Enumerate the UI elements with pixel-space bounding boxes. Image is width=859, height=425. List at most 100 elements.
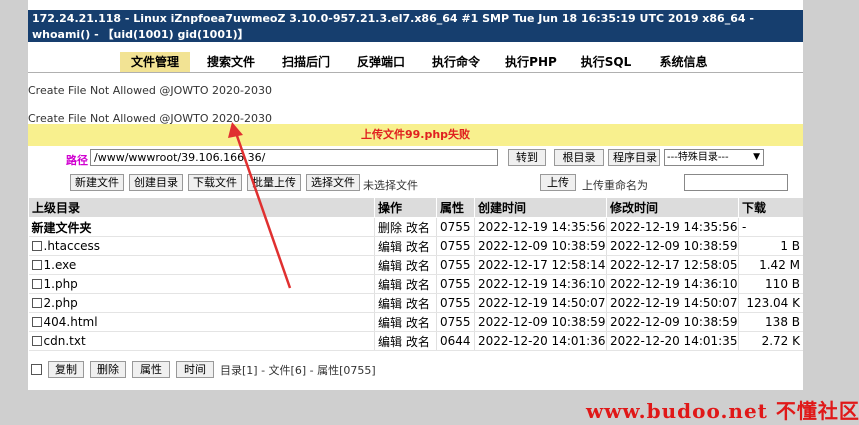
header-operation: 操作 <box>374 197 437 218</box>
main-nav: 文件管理 搜索文件 扫描后门 反弹端口 执行命令 执行PHP 执行SQL 系统信… <box>28 48 803 73</box>
batch-upload-button[interactable]: 批量上传 <box>247 174 301 191</box>
table-row: 404.html 编辑 改名 0755 2022-12-09 10:38:59 … <box>28 312 803 332</box>
table-row: 1.exe 编辑 改名 0755 2022-12-17 12:58:14 202… <box>28 255 803 275</box>
row-download[interactable]: 1.42 M <box>738 255 803 275</box>
tab-exec-sql[interactable]: 执行SQL <box>571 52 641 72</box>
choose-file-button[interactable]: 选择文件 <box>306 174 360 191</box>
toolbar-row: 新建文件 创建目录 下载文件 批量上传 选择文件 未选择文件 上传 上传重命名为 <box>28 174 803 194</box>
row-mtime[interactable]: 2022-12-17 12:58:05 <box>606 255 739 275</box>
program-dir-button[interactable]: 程序目录 <box>608 149 660 166</box>
row-ctime: 2022-12-19 14:35:56 <box>474 217 607 237</box>
table-header: 上级目录 操作 属性 创建时间 修改时间 下载 <box>28 197 803 218</box>
row-perm[interactable]: 0755 <box>436 236 475 256</box>
row-ctime: 2022-12-19 14:50:07 <box>474 293 607 313</box>
delete-button[interactable]: 删除 <box>90 361 126 378</box>
row-mtime[interactable]: 2022-12-19 14:50:07 <box>606 293 739 313</box>
file-table: 上级目录 操作 属性 创建时间 修改时间 下载 新建文件夹 删除 改名 0755… <box>28 197 803 351</box>
path-row: 路径 转到 根目录 程序目录 ---特殊目录--- ▼ <box>28 149 803 169</box>
header-create-time: 创建时间 <box>474 197 607 218</box>
row-download[interactable]: 1 B <box>738 236 803 256</box>
tab-exec-command[interactable]: 执行命令 <box>421 52 491 72</box>
footer-actions: 复制 删除 属性 时间 目录[1] - 文件[6] - 属性[0755] <box>28 360 803 380</box>
download-file-button[interactable]: 下载文件 <box>188 174 242 191</box>
file-manager-panel: 172.24.21.118 - Linux iZnpfoea7uwmeoZ 3.… <box>28 0 803 390</box>
tab-file-manager[interactable]: 文件管理 <box>120 52 190 72</box>
row-checkbox[interactable] <box>31 317 42 327</box>
row-checkbox[interactable] <box>31 241 42 251</box>
tab-scan-backdoor[interactable]: 扫描后门 <box>271 52 341 72</box>
upload-button[interactable]: 上传 <box>540 174 576 191</box>
row-perm[interactable]: 0755 <box>436 255 475 275</box>
create-file-message-1: Create File Not Allowed @JOWTO 2020-2030 <box>28 84 272 97</box>
table-row: 1.php 编辑 改名 0755 2022-12-19 14:36:10 202… <box>28 274 803 294</box>
row-checkbox[interactable] <box>31 298 42 308</box>
row-mtime[interactable]: 2022-12-19 14:36:10 <box>606 274 739 294</box>
row-perm[interactable]: 0644 <box>436 331 475 351</box>
special-dir-select[interactable]: ---特殊目录--- ▼ <box>664 149 764 166</box>
table-row: 2.php 编辑 改名 0755 2022-12-19 14:50:07 202… <box>28 293 803 313</box>
row-checkbox[interactable] <box>31 279 42 289</box>
path-input[interactable] <box>90 149 498 166</box>
row-perm[interactable]: 0755 <box>436 312 475 332</box>
row-ops[interactable]: 编辑 改名 <box>374 331 437 351</box>
row-mtime[interactable]: 2022-12-09 10:38:59 <box>606 236 739 256</box>
header-download: 下载 <box>738 197 803 218</box>
new-folder-link[interactable]: 新建文件夹 <box>28 217 375 237</box>
row-ops[interactable]: 编辑 改名 <box>374 312 437 332</box>
table-row: .htaccess 编辑 改名 0755 2022-12-09 10:38:59… <box>28 236 803 256</box>
row-mtime[interactable]: 2022-12-19 14:35:56 <box>606 217 739 237</box>
file-name-link[interactable]: 1.php <box>44 277 78 291</box>
tab-search-files[interactable]: 搜索文件 <box>196 52 266 72</box>
row-perm[interactable]: 0755 <box>436 217 475 237</box>
select-all-checkbox[interactable] <box>31 364 42 375</box>
table-row: 新建文件夹 删除 改名 0755 2022-12-19 14:35:56 202… <box>28 217 803 237</box>
row-ops[interactable]: 删除 改名 <box>374 217 437 237</box>
file-name-link[interactable]: .htaccess <box>44 239 101 253</box>
row-mtime[interactable]: 2022-12-09 10:38:59 <box>606 312 739 332</box>
row-mtime[interactable]: 2022-12-20 14:01:35 <box>606 331 739 351</box>
goto-button[interactable]: 转到 <box>508 149 546 166</box>
row-checkbox[interactable] <box>31 336 42 346</box>
header-permission: 属性 <box>436 197 475 218</box>
root-dir-button[interactable]: 根目录 <box>554 149 604 166</box>
row-ctime: 2022-12-20 14:01:36 <box>474 331 607 351</box>
copy-button[interactable]: 复制 <box>48 361 84 378</box>
system-info-bar: 172.24.21.118 - Linux iZnpfoea7uwmeoZ 3.… <box>28 10 803 42</box>
chevron-down-icon: ▼ <box>753 152 760 162</box>
row-ctime: 2022-12-17 12:58:14 <box>474 255 607 275</box>
row-download[interactable]: 123.04 K <box>738 293 803 313</box>
header-parent-dir[interactable]: 上级目录 <box>28 197 375 218</box>
special-dir-select-value: ---特殊目录--- <box>667 152 729 163</box>
tab-reverse-port[interactable]: 反弹端口 <box>346 52 416 72</box>
path-label: 路径 <box>66 154 88 167</box>
rename-input[interactable] <box>684 174 788 191</box>
watermark: www.budoo.net 不懂社区 <box>586 399 859 423</box>
row-perm[interactable]: 0755 <box>436 274 475 294</box>
table-row: cdn.txt 编辑 改名 0644 2022-12-20 14:01:36 2… <box>28 331 803 351</box>
tab-exec-php[interactable]: 执行PHP <box>496 52 566 72</box>
row-download[interactable]: 2.72 K <box>738 331 803 351</box>
header-modify-time: 修改时间 <box>606 197 739 218</box>
new-dir-button[interactable]: 创建目录 <box>129 174 183 191</box>
file-name-link[interactable]: 404.html <box>44 315 98 329</box>
row-ctime: 2022-12-09 10:38:59 <box>474 312 607 332</box>
row-perm[interactable]: 0755 <box>436 293 475 313</box>
row-download: - <box>738 217 803 237</box>
new-file-button[interactable]: 新建文件 <box>70 174 124 191</box>
file-name-link[interactable]: 1.exe <box>44 258 77 272</box>
row-download[interactable]: 110 B <box>738 274 803 294</box>
file-name-link[interactable]: 2.php <box>44 296 78 310</box>
time-button[interactable]: 时间 <box>176 361 214 378</box>
attr-button[interactable]: 属性 <box>132 361 170 378</box>
row-checkbox[interactable] <box>31 260 42 270</box>
row-ops[interactable]: 编辑 改名 <box>374 274 437 294</box>
row-ops[interactable]: 编辑 改名 <box>374 255 437 275</box>
row-ops[interactable]: 编辑 改名 <box>374 236 437 256</box>
row-ops[interactable]: 编辑 改名 <box>374 293 437 313</box>
row-download[interactable]: 138 B <box>738 312 803 332</box>
tab-system-info[interactable]: 系统信息 <box>646 52 721 72</box>
rename-label: 上传重命名为 <box>582 179 648 192</box>
row-ctime: 2022-12-09 10:38:59 <box>474 236 607 256</box>
file-name-link[interactable]: cdn.txt <box>44 334 86 348</box>
upload-failed-alert: 上传文件99.php失败 <box>28 124 803 146</box>
